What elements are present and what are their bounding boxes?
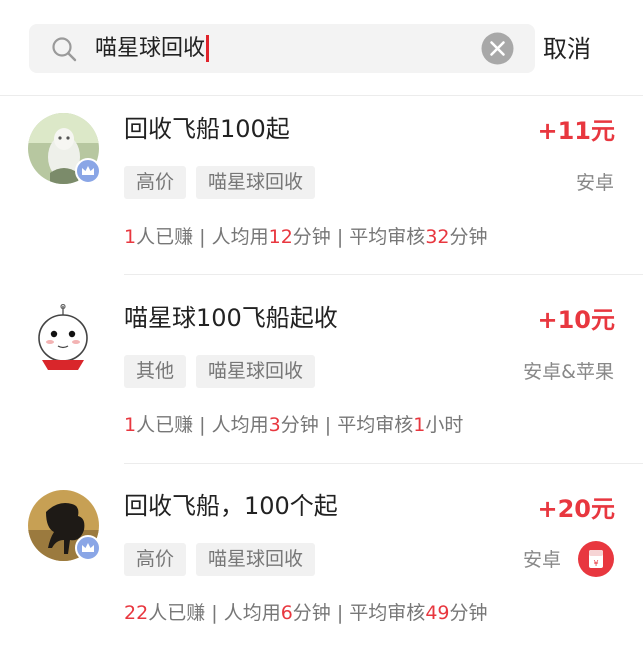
search-box[interactable]: 喵星球回收 (29, 24, 535, 73)
platform-label: 安卓 (522, 549, 561, 571)
tag: 喵星球回收 (196, 543, 316, 576)
task-title: 喵星球100飞船起收 (124, 304, 338, 332)
clear-icon[interactable] (481, 32, 514, 65)
row-divider (124, 274, 643, 275)
cancel-button[interactable]: 取消 (543, 29, 591, 69)
platform-label: 安卓 (575, 172, 614, 194)
reward-amount: +11元 (537, 117, 615, 145)
search-icon (51, 36, 77, 62)
task-title: 回收飞船，100个起 (124, 492, 338, 520)
tag: 喵星球回收 (196, 355, 316, 388)
avatar (28, 304, 99, 375)
task-item[interactable]: 回收飞船100起 +11元 高价 喵星球回收 安卓 1人已赚 | 人均用12分钟… (0, 96, 643, 284)
task-stats: 1人已赚 | 人均用12分钟 | 平均审核32分钟 (124, 226, 488, 248)
tag: 高价 (124, 543, 187, 576)
task-title: 回收飞船100起 (124, 115, 290, 143)
yen-symbol: ¥ (593, 559, 598, 568)
task-item[interactable]: 喵星球100飞船起收 +10元 其他 喵星球回收 安卓&苹果 1人已赚 | 人均… (0, 284, 643, 472)
reward-amount: +10元 (537, 306, 615, 334)
row-divider (124, 463, 643, 464)
task-stats: 22人已赚 | 人均用6分钟 | 平均审核49分钟 (124, 602, 488, 624)
vip-crown-icon (75, 535, 101, 561)
reward-amount: +20元 (537, 495, 615, 523)
tag: 喵星球回收 (196, 166, 316, 199)
task-item[interactable]: 回收飞船，100个起 +20元 高价 喵星球回收 安卓 ¥ 22人已赚 | 人均… (0, 473, 643, 650)
tag: 高价 (124, 166, 187, 199)
text-caret (206, 35, 210, 62)
search-query: 喵星球回收 (95, 36, 206, 61)
vip-crown-icon (75, 158, 101, 184)
search-header: 喵星球回收 取消 (0, 0, 643, 96)
search-input[interactable]: 喵星球回收 (95, 34, 210, 63)
platform-label: 安卓&苹果 (523, 361, 614, 383)
yen-redpacket-icon: ¥ (578, 541, 614, 577)
tag: 其他 (124, 355, 187, 388)
task-stats: 1人已赚 | 人均用3分钟 | 平均审核1小时 (124, 414, 464, 436)
